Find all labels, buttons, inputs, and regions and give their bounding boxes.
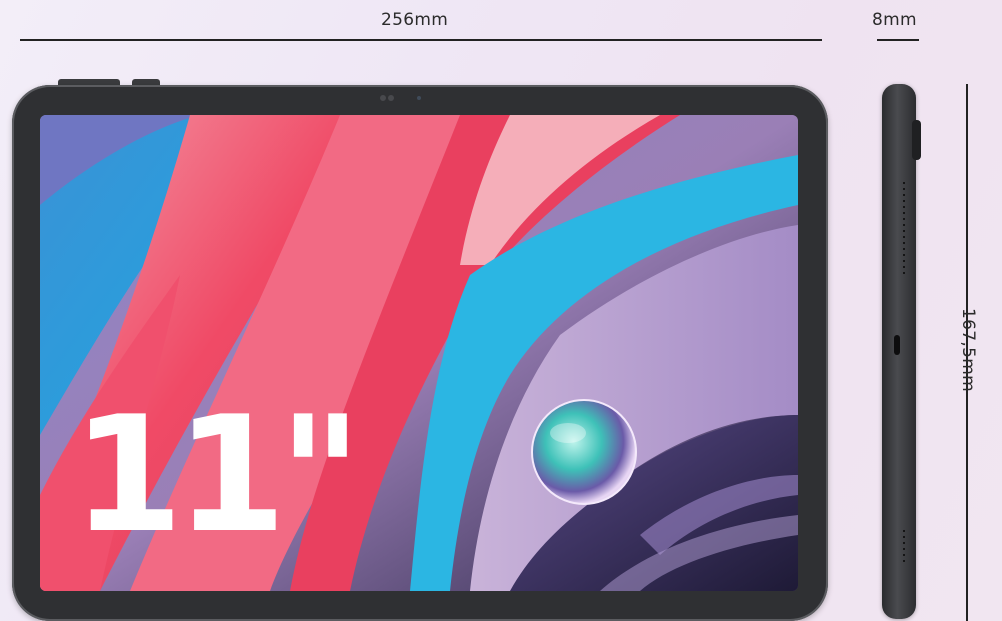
bottom-speaker-grille-icon: [903, 528, 905, 564]
usb-port-icon: [894, 335, 900, 355]
height-dimension-label: 167,5mm: [958, 308, 978, 392]
top-speaker-grille-icon: [903, 180, 905, 276]
front-camera-lens-icon: [388, 95, 394, 101]
orb-icon: [531, 399, 637, 505]
depth-dimension-label: 8mm: [872, 10, 917, 30]
side-camera-bump: [912, 120, 921, 160]
tablet-screen-wallpaper: 11": [40, 115, 798, 591]
screen-size-label: 11": [72, 381, 362, 568]
front-camera-icon: [380, 95, 386, 101]
light-sensor-icon: [417, 96, 421, 100]
width-dimension-line: [20, 39, 822, 41]
depth-dimension-line: [877, 39, 919, 41]
width-dimension-label: 256mm: [381, 10, 449, 30]
